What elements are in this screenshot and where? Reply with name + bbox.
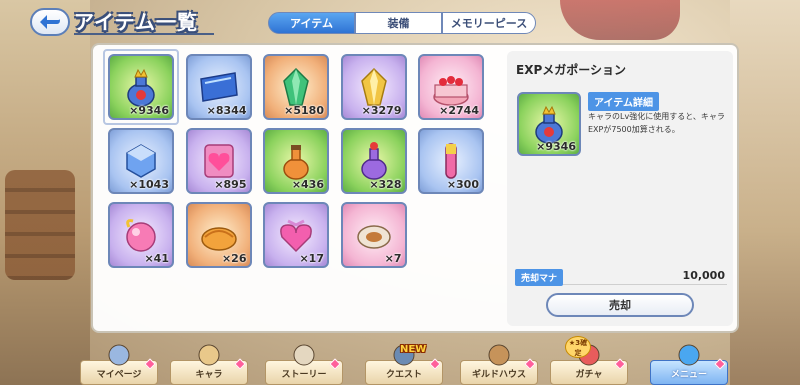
nav-item-label: キャラ	[195, 370, 223, 380]
character-icon	[198, 344, 220, 366]
item-cell-purple-potion[interactable]: ×328	[340, 128, 407, 194]
nav-item-guild-house[interactable]: ギルドハウス	[460, 340, 538, 385]
item-qty: ×7	[384, 252, 402, 265]
item-cell-pink-heart-bow[interactable]: ×17	[263, 202, 329, 268]
item-cell-pastry-ring[interactable]: ×7	[340, 202, 407, 268]
item-cell-blue-ticket[interactable]: ×8344	[185, 54, 252, 120]
nav-item-scroll[interactable]: ストーリー	[265, 340, 343, 385]
strawberry-cake-icon	[433, 76, 469, 106]
blue-ticket-icon	[199, 72, 238, 102]
item-qty: ×1043	[129, 178, 169, 191]
item-grid: ×9346 ×8344 ×5180 ×3279 ×2744 ×1043 ×895 ×436 ×3…	[103, 49, 484, 274]
guild-house-icon	[488, 344, 510, 366]
item-cell-green-crystal[interactable]: ×5180	[263, 54, 329, 120]
scroll-icon	[293, 344, 315, 366]
nav-item-crystal-menu[interactable]: メニュー	[650, 340, 728, 385]
sell-mana-label: 売却マナ	[515, 269, 564, 286]
sell-mana-row: 売却マナ 10,000	[515, 269, 727, 286]
item-cell-orange-potion[interactable]: ×436	[263, 128, 329, 194]
detail-item-qty: ×9346	[536, 140, 576, 153]
tab-items[interactable]: アイテム	[268, 12, 355, 34]
purple-potion-icon	[360, 142, 387, 180]
green-crystal-icon	[283, 67, 309, 106]
item-qty: ×328	[369, 178, 402, 191]
back-arrow-icon	[40, 15, 60, 29]
item-description: キャラのLv強化に使用すると、キャラEXPが7500加算される。	[588, 112, 725, 134]
item-cell-pink-orb[interactable]: ×41	[108, 202, 174, 268]
nav-item-label: ガチャ	[575, 370, 603, 380]
detail-item-name: EXPメガポーション	[516, 63, 627, 77]
castle-icon	[108, 344, 130, 366]
page-title: アイテム一覧	[74, 10, 198, 34]
item-qty: ×41	[144, 252, 169, 265]
nav-item-label: ストーリー	[281, 370, 327, 380]
back-button[interactable]	[30, 8, 70, 36]
category-tabs: アイテム 装備 メモリーピース	[268, 12, 536, 34]
item-qty: ×2744	[439, 104, 479, 117]
item-detail-tag: アイテム詳細	[588, 92, 659, 111]
title-underline	[74, 33, 214, 35]
background-drape	[560, 0, 680, 40]
item-cell-gold-crystal[interactable]: ×3279	[340, 54, 407, 120]
item-cell-test-tube[interactable]: ×300	[418, 128, 484, 194]
crystal-menu-icon	[678, 344, 700, 366]
tab-equipment[interactable]: 装備	[355, 12, 442, 34]
item-qty: ×5180	[284, 104, 324, 117]
selection-frame	[103, 49, 179, 125]
item-cell-pie[interactable]: ×26	[185, 202, 252, 268]
pastry-ring-icon	[356, 225, 391, 249]
item-qty: ×26	[221, 252, 247, 265]
item-cell-strawberry-cake[interactable]: ×2744	[418, 54, 484, 120]
pink-heart-bow-icon	[280, 219, 312, 253]
nav-item-character[interactable]: キャラ	[170, 340, 248, 385]
orange-potion-icon	[283, 145, 309, 180]
item-qty: ×300	[446, 178, 479, 191]
item-cell-blue-cube[interactable]: ×1043	[108, 128, 174, 194]
background-scenery-right	[730, 0, 800, 385]
item-qty: ×8344	[206, 104, 247, 117]
blue-cube-icon	[126, 144, 156, 178]
new-badge: NEW	[400, 344, 427, 355]
gacha-guarantee-badge: ★3確定	[565, 336, 591, 358]
item-qty: ×3279	[361, 104, 402, 117]
sell-mana-value: 10,000	[682, 269, 725, 282]
item-qty: ×895	[214, 178, 247, 191]
background-barrel	[5, 170, 75, 280]
nav-item-label: ギルドハウス	[471, 370, 526, 380]
pink-heart-card-icon	[203, 144, 234, 178]
pink-orb-icon	[126, 219, 156, 252]
nav-item-castle[interactable]: マイページ	[80, 340, 158, 385]
sell-button[interactable]: 売却	[546, 293, 694, 317]
tab-memory-pieces[interactable]: メモリーピース	[442, 12, 536, 34]
test-tube-icon	[445, 143, 457, 179]
nav-item-label: メニュー	[670, 370, 707, 380]
item-cell-pink-heart-card[interactable]: ×895	[185, 128, 252, 194]
pie-icon	[200, 227, 237, 251]
item-qty: ×17	[299, 252, 324, 265]
nav-item-label: クエスト	[385, 370, 422, 380]
detail-item-icon: ×9346	[517, 92, 581, 156]
gold-crystal-icon	[360, 67, 387, 106]
nav-item-label: マイページ	[96, 370, 142, 380]
item-qty: ×436	[291, 178, 324, 191]
